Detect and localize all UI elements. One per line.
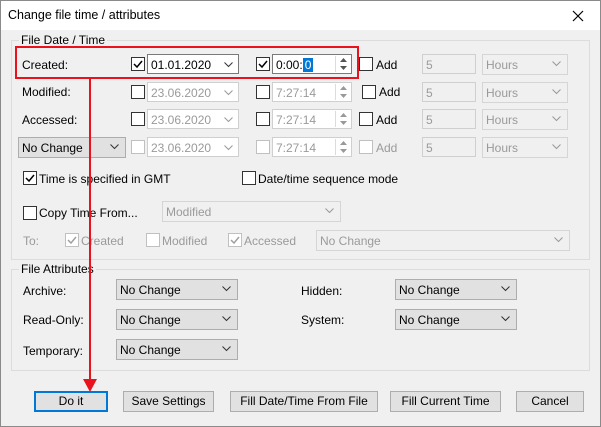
modified-add-checkbox[interactable] [362, 85, 376, 99]
modified-date-field[interactable]: 23.06.2020 [147, 82, 239, 102]
modified-unit-select[interactable]: Hours [482, 82, 568, 103]
fill-from-file-button[interactable]: Fill Date/Time From File [230, 391, 378, 412]
date-time-group-label: File Date / Time [19, 33, 108, 47]
accessed-add-label: Add [376, 113, 398, 127]
chevron-down-icon [501, 286, 510, 292]
to-target-select[interactable]: No Change [316, 230, 570, 251]
accessed-time-checkbox[interactable] [256, 112, 270, 126]
to-modified-label: Modified [162, 234, 208, 248]
copy-source-select[interactable]: Modified [162, 201, 341, 222]
created-add-checkbox[interactable] [359, 57, 373, 71]
gmt-label: Time is specified in GMT [39, 172, 171, 186]
chevron-down-icon [554, 237, 563, 243]
cancel-button[interactable]: Cancel [516, 391, 584, 412]
chevron-down-icon [110, 144, 119, 150]
accessed-add-value[interactable]: 5 [422, 109, 476, 129]
fourth-add-value[interactable]: 5 [422, 137, 476, 157]
chevron-down-icon [325, 208, 334, 214]
archive-select[interactable]: No Change [116, 279, 238, 300]
fourth-time-checkbox[interactable] [256, 140, 270, 154]
annotation-arrow-icon [83, 77, 97, 392]
system-label: System: [301, 313, 345, 327]
time-spinner[interactable] [335, 139, 350, 155]
chevron-down-icon [501, 316, 510, 322]
temporary-label: Temporary: [23, 344, 84, 358]
close-icon[interactable] [556, 1, 600, 30]
fill-current-time-button[interactable]: Fill Current Time [390, 391, 501, 412]
accessed-date-field[interactable]: 23.06.2020 [147, 109, 239, 129]
hidden-label: Hidden: [301, 284, 343, 298]
created-add-label: Add [376, 58, 398, 72]
modified-time-field[interactable]: 7:27:14 [272, 82, 352, 102]
copy-time-checkbox[interactable] [23, 206, 37, 220]
created-add-value[interactable]: 5 [422, 54, 476, 74]
chevron-down-icon [552, 144, 561, 150]
annotation-highlight-box [15, 46, 359, 79]
sequence-mode-label: Date/time sequence mode [258, 172, 399, 186]
modified-time-checkbox[interactable] [256, 85, 270, 99]
modified-label: Modified: [22, 85, 71, 99]
chevron-down-icon [224, 90, 233, 96]
to-modified-checkbox[interactable] [146, 233, 160, 247]
accessed-time-field[interactable]: 7:27:14 [272, 109, 352, 129]
chevron-down-icon [224, 117, 233, 123]
fourth-time-field[interactable]: 7:27:14 [272, 137, 352, 157]
temporary-select[interactable]: No Change [116, 339, 238, 360]
time-spinner[interactable] [335, 84, 350, 100]
chevron-down-icon [552, 89, 561, 95]
to-created-checkbox[interactable] [65, 233, 79, 247]
accessed-label: Accessed: [22, 113, 78, 127]
accessed-add-checkbox[interactable] [359, 112, 373, 126]
modified-date-checkbox[interactable] [131, 85, 145, 99]
readonly-label: Read-Only: [23, 313, 84, 327]
dialog-window: Change file time / attributes File Date … [0, 0, 601, 427]
chevron-down-icon [222, 346, 231, 352]
chevron-down-icon [552, 116, 561, 122]
fourth-date-checkbox[interactable] [131, 140, 145, 154]
fourth-time-select[interactable]: No Change [18, 137, 126, 158]
created-unit-select[interactable]: Hours [482, 54, 568, 75]
chevron-down-icon [222, 286, 231, 292]
readonly-select[interactable]: No Change [116, 309, 238, 330]
chevron-down-icon [552, 61, 561, 67]
chevron-down-icon [224, 145, 233, 151]
modified-add-value[interactable]: 5 [422, 82, 476, 102]
accessed-date-checkbox[interactable] [131, 112, 145, 126]
to-accessed-label: Accessed [244, 234, 297, 248]
fourth-unit-select[interactable]: Hours [482, 137, 568, 158]
to-label: To: [23, 234, 40, 248]
modified-add-label: Add [379, 85, 401, 99]
fourth-date-field[interactable]: 23.06.2020 [147, 137, 239, 157]
window-title: Change file time / attributes [8, 8, 161, 22]
sequence-mode-checkbox[interactable] [242, 171, 256, 185]
title-bar: Change file time / attributes [1, 1, 600, 30]
accessed-unit-select[interactable]: Hours [482, 109, 568, 130]
time-spinner[interactable] [335, 111, 350, 127]
save-settings-button[interactable]: Save Settings [123, 391, 214, 412]
gmt-checkbox[interactable] [23, 171, 37, 185]
archive-label: Archive: [23, 284, 67, 298]
fourth-add-label: Add [376, 141, 398, 155]
system-select[interactable]: No Change [395, 309, 517, 330]
fourth-add-checkbox[interactable] [359, 140, 373, 154]
chevron-down-icon [222, 316, 231, 322]
to-accessed-checkbox[interactable] [228, 233, 242, 247]
hidden-select[interactable]: No Change [395, 279, 517, 300]
